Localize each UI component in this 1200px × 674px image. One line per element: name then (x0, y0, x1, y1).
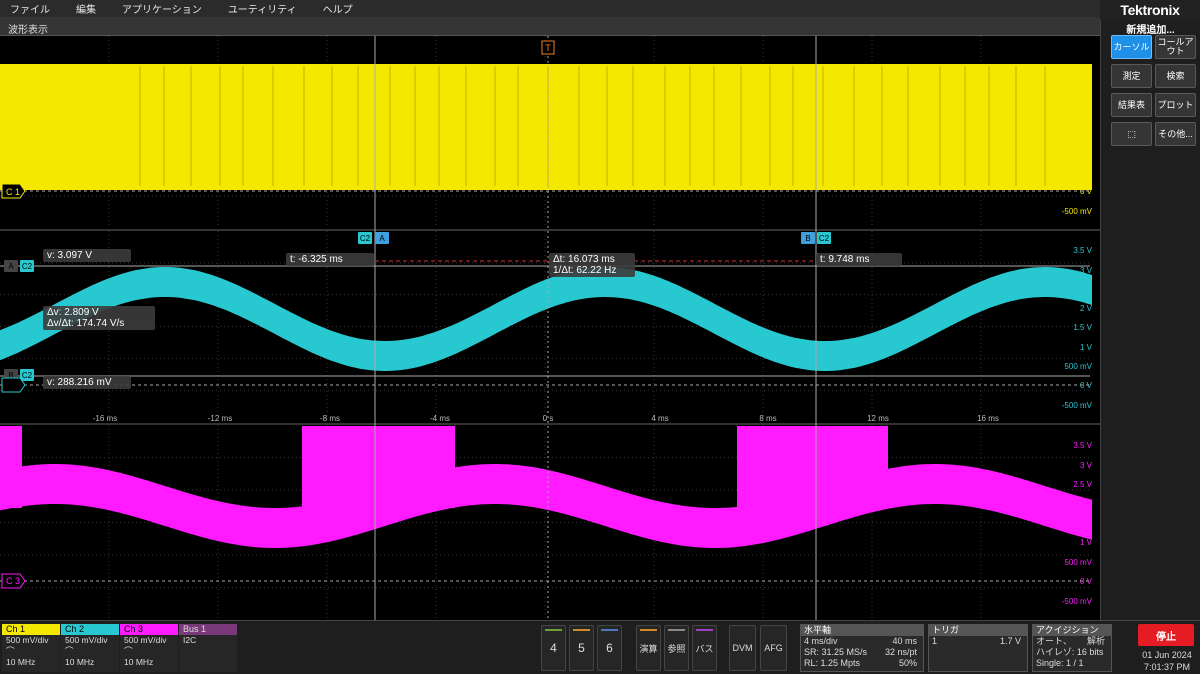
math-button-5[interactable]: 参照 (664, 625, 689, 671)
date-time: 01 Jun 2024 7:01:37 PM (1142, 650, 1192, 672)
ch3-waveform (0, 426, 1092, 548)
menu-application[interactable]: アプリケーション (109, 1, 215, 16)
time-tick-label: -12 ms (208, 414, 232, 423)
ch2-waveform (0, 267, 1092, 371)
ch1-tick-label: 3 V (1080, 72, 1093, 81)
cursor-a-ch-badge-text: C2 (360, 234, 371, 243)
math-button-4[interactable]: 演算 (636, 625, 661, 671)
menu-utility[interactable]: ユーティリティ (215, 1, 310, 16)
ch2-tick-label: 3 V (1080, 266, 1093, 275)
ch2-tick-label: 1 V (1080, 343, 1093, 352)
cursor-a-left-ch-badge-text: C2 (22, 262, 33, 271)
channel-badge-3[interactable]: Ch 3 500 mV/div ⌒ 10 MHz (120, 624, 178, 672)
delta-time-readout: Δt: 16.073 ms 1/Δt: 62.22 Hz (549, 253, 635, 277)
horizontal-settings[interactable]: 水平軸 4 ms/div 40 ms SR: 31.25 MS/s 32 ns/pt RL… (800, 624, 924, 672)
ch2-tick-label: -500 mV (1062, 401, 1093, 410)
cursor-b-left-ch-badge-text: C2 (22, 371, 33, 380)
acquisition-settings[interactable]: アクイジション オート、 解析 ハイレゾ: 16 bits Single: 1 / 1 (1032, 624, 1112, 672)
zoom-icon[interactable]: ⬚ (1111, 122, 1152, 146)
callout-button[interactable]: コールアウト (1155, 35, 1196, 59)
window-title: 波形表示 (8, 25, 48, 36)
ch1-tick-label: 500 mV (1064, 168, 1092, 177)
ch3-tick-label: 2 V (1080, 500, 1093, 509)
ch1-tick-label: -500 mV (1062, 207, 1093, 216)
cursor-a-left-badge-text: A (8, 262, 14, 271)
cursor-button[interactable]: カーソル (1111, 35, 1152, 59)
ch3-tick-label: 3 V (1080, 461, 1093, 470)
menu-edit[interactable]: 編集 (63, 1, 109, 16)
ch3-tick-label: 500 mV (1064, 558, 1092, 567)
math-button-8[interactable]: AFG (760, 625, 787, 671)
menu-bar: ファイル 編集 アプリケーション ユーティリティ ヘルプ (0, 0, 1100, 17)
waveform-view-title: 波形表示 (0, 17, 1100, 36)
brand-bar: Tektronix (1100, 0, 1200, 20)
cursor-b-time: t: 9.748 ms (816, 253, 902, 266)
ch3-high-block (302, 426, 455, 508)
settings-bar: Ch 1 500 mV/div ⌒ 10 MHz Ch 2 500 mV/div ⌒ 10 M… (0, 620, 1200, 674)
cursor-a-time: t: -6.325 ms (286, 253, 374, 266)
ch3-tick-label: 1 V (1080, 538, 1093, 547)
cursor-b-ch-badge-text: C2 (819, 234, 830, 243)
ch3-tick-label: 2.5 V (1073, 480, 1092, 489)
channel-badge-4[interactable]: Bus 1 I2C (179, 624, 237, 672)
cursor-a-badge-text: A (379, 234, 385, 243)
time-tick-label: 16 ms (977, 414, 999, 423)
ch3-sine-band (0, 464, 1092, 548)
menu-help[interactable]: ヘルプ (310, 1, 366, 16)
time-tick-label: 12 ms (867, 414, 889, 423)
trigger-marker-label: T (545, 43, 551, 53)
delta-voltage-readout: Δv: 2.809 V Δv/Δt: 174.74 V/s (43, 306, 155, 330)
waveform-display[interactable]: -16 ms -12 ms -8 ms -4 ms 0 s4 ms 8 ms 12 ms 16… (0, 36, 1100, 620)
math-button-7[interactable]: DVM (729, 625, 756, 671)
time-tick-label: -8 ms (320, 414, 340, 423)
ch3-tick-label: -500 mV (1062, 597, 1093, 606)
ch2-tick-label: 1.5 V (1073, 323, 1092, 332)
more-button[interactable]: その他... (1155, 122, 1196, 146)
time-tick-label: -16 ms (93, 414, 117, 423)
ch2-tick-label: 2.5 V (1073, 285, 1092, 294)
ch1-marker-label: C 1 (6, 187, 20, 197)
tektronix-logo: Tektronix (1120, 2, 1180, 18)
math-button-3[interactable]: 6 (597, 625, 622, 671)
ch2-tick-label: 2 V (1080, 304, 1093, 313)
waveform-traces (0, 64, 1092, 548)
ch2-tick-label: 3.5 V (1073, 246, 1092, 255)
trigger-settings[interactable]: トリガ 1 1.7 V (928, 624, 1028, 672)
cursor-a-voltage: v: 3.097 V (43, 249, 131, 262)
ch3-tick-label: 3.5 V (1073, 441, 1092, 450)
search-button[interactable]: 検索 (1155, 64, 1196, 88)
ch2-tick-label: 500 mV (1064, 362, 1092, 371)
right-panel: 新規追加... カーソル コールアウト 測定 検索 結果表 プロット ⬚ その他... (1100, 20, 1200, 620)
math-button-6[interactable]: バス (692, 625, 717, 671)
ch1-tick-label: 2.5 V (1073, 91, 1092, 100)
results-table-button[interactable]: 結果表 (1111, 93, 1152, 117)
cursor-b-voltage: v: 288.216 mV (43, 376, 131, 389)
time-tick-label: -4 ms (430, 414, 450, 423)
plot-button[interactable]: プロット (1155, 93, 1196, 117)
channel-badge-2[interactable]: Ch 2 500 mV/div ⌒ 10 MHz (61, 624, 119, 672)
channel-badge-1[interactable]: Ch 1 500 mV/div ⌒ 10 MHz (2, 624, 60, 672)
add-new-title: 新規追加... (1126, 25, 1175, 36)
ch3-high-block (737, 426, 888, 508)
stop-button[interactable]: 停止 (1138, 624, 1194, 646)
ch3-high-block (0, 426, 22, 508)
ch1-tick-label: 2 V (1080, 110, 1093, 119)
cursor-b-badge-text: B (805, 234, 810, 243)
ch3-marker-label: C 3 (6, 576, 20, 586)
math-button-1[interactable]: 4 (541, 625, 566, 671)
measure-button[interactable]: 測定 (1111, 64, 1152, 88)
ch1-tick-label: 1.5 V (1073, 129, 1092, 138)
ch3-tick-label: 1.5 V (1073, 519, 1092, 528)
ch2-marker (1, 377, 26, 393)
time-tick-label: 4 ms (651, 414, 668, 423)
menu-file[interactable]: ファイル (0, 1, 63, 16)
time-tick-label: 8 ms (759, 414, 776, 423)
ch1-tick-label: 1 V (1080, 149, 1093, 158)
math-button-2[interactable]: 5 (569, 625, 594, 671)
